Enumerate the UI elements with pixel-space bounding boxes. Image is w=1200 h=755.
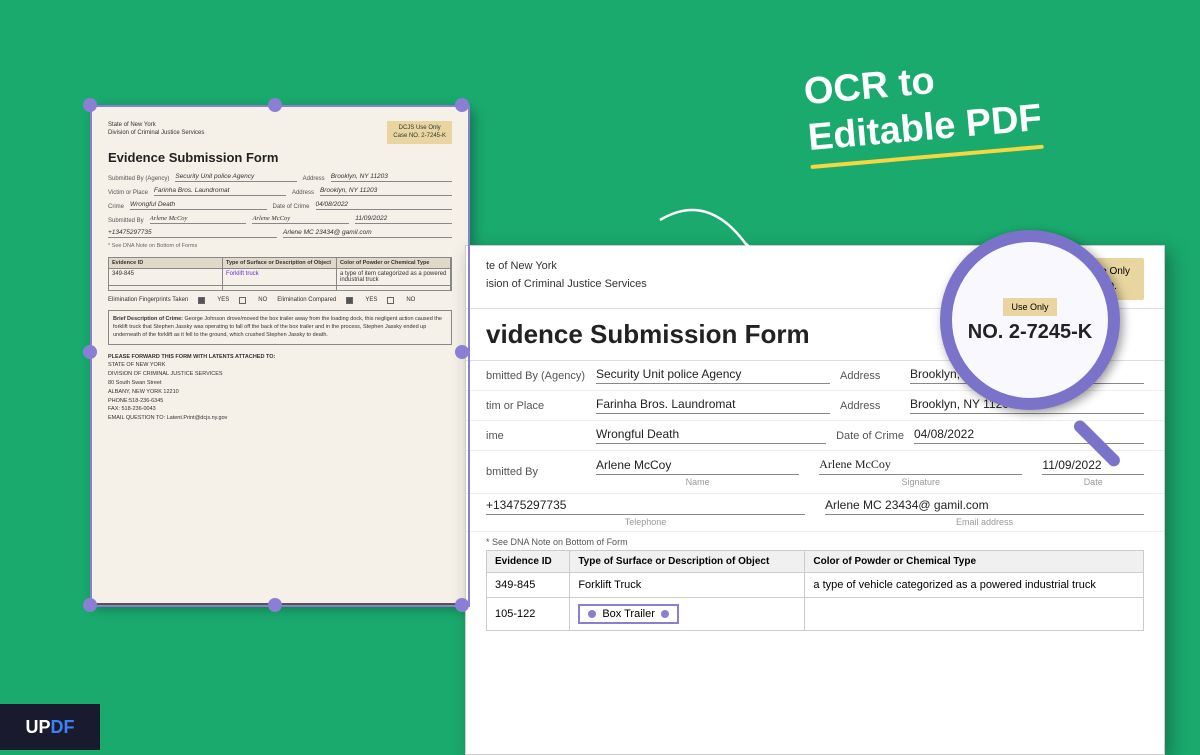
table-header-scanned: Evidence ID Type of Surface or Descripti…: [109, 258, 451, 268]
evidence-surface-2[interactable]: Box Trailer: [570, 598, 805, 631]
box-trailer-text: Box Trailer: [602, 608, 655, 620]
agency-row: Submitted By (Agency) Security Unit poli…: [108, 173, 452, 182]
email-item: Arlene MC 23434@ gamil.com Email address: [825, 498, 1144, 527]
box-trailer-handle-left[interactable]: [588, 610, 596, 618]
brief-description: Brief Description of Crime: George Johns…: [108, 310, 452, 345]
ocr-line1: OCR to: [802, 60, 936, 113]
crime-row: Crime Wrongful Death Date of Crime 04/08…: [108, 201, 452, 210]
evidence-row-2: 105-122 Box Trailer: [487, 598, 1144, 631]
telephone-item: +13475297735 Telephone: [486, 498, 805, 527]
updf-logo-text: UPDF: [25, 717, 74, 738]
evidence-table-header-row: Evidence ID Type of Surface or Descripti…: [487, 551, 1144, 573]
magnifier-content: Use Only NO. 2-7245-K: [958, 287, 1103, 354]
submitter-field-row: bmitted By Arlene McCoy Name Arlene McCo…: [466, 451, 1164, 494]
handle-middle-right[interactable]: [455, 345, 469, 359]
handle-top-middle[interactable]: [268, 98, 282, 112]
state-info: te of New York ision of Criminal Justice…: [486, 258, 647, 293]
evidence-color-1: a type of vehicle categorized as a power…: [805, 573, 1144, 598]
dna-note-scanned: * See DNA Note on Bottom of Forms: [108, 243, 452, 249]
updf-logo[interactable]: UPDF: [0, 704, 100, 750]
doc-dcjs-box: DCJS Use Only Case NO. 2-7245-K: [387, 121, 452, 144]
contact-row: +13475297735 Arlene MC 23434@ gamil.com: [108, 229, 452, 238]
evidence-id-1: 349-845: [487, 573, 570, 598]
doc-header: State of New York Division of Criminal J…: [108, 121, 452, 144]
checkbox-section: Elimination Fingerprints Taken YES NO El…: [108, 297, 452, 304]
evidence-table-editable: Evidence ID Type of Surface or Descripti…: [486, 550, 1144, 631]
scanned-doc-title: Evidence Submission Form: [108, 150, 452, 165]
dna-note-editable: * See DNA Note on Bottom of Form: [466, 532, 1164, 550]
evidence-row-1: 349-845 Forklift Truck a type of vehicle…: [487, 573, 1144, 598]
table-row-scanned: 349-845 Forklift truck a type of item ca…: [109, 268, 451, 285]
ocr-title: OCR to Editable PDF: [802, 50, 1044, 169]
handle-top-left[interactable]: [83, 98, 97, 112]
box-trailer-selection[interactable]: Box Trailer: [578, 604, 679, 624]
handle-bottom-left[interactable]: [83, 598, 97, 612]
magnifier-circle: Use Only NO. 2-7245-K: [940, 230, 1120, 410]
arrow-icon: [650, 200, 770, 285]
col-color: Color of Powder or Chemical Type: [805, 551, 1144, 573]
evidence-surface-1: Forklift Truck: [570, 573, 805, 598]
evidence-table-scanned: Evidence ID Type of Surface or Descripti…: [108, 257, 452, 291]
table-row-scanned-2: [109, 285, 451, 290]
doc-state-info: State of New York Division of Criminal J…: [108, 121, 204, 144]
box-trailer-handle-right[interactable]: [661, 610, 669, 618]
col-evidence-id: Evidence ID: [487, 551, 570, 573]
submitter-row: Submitted By Arlene McCoy Arlene McCoy 1…: [108, 215, 452, 224]
magnifier-dcjs: Use Only: [1003, 298, 1056, 316]
evidence-id-2: 105-122: [487, 598, 570, 631]
scanned-document: State of New York Division of Criminal J…: [90, 105, 470, 605]
contact-field-row: +13475297735 Telephone Arlene MC 23434@ …: [466, 494, 1164, 532]
handle-middle-left[interactable]: [83, 345, 97, 359]
col-surface: Type of Surface or Description of Object: [570, 551, 805, 573]
handle-top-right[interactable]: [455, 98, 469, 112]
forward-section: PLEASE FORWARD THIS FORM WITH LATENTS AT…: [108, 353, 452, 423]
victim-row: Victim or Place Farinha Bros. Laundromat…: [108, 187, 452, 196]
magnifier-case-no: NO. 2-7245-K: [968, 320, 1093, 344]
handle-bottom-right[interactable]: [455, 598, 469, 612]
magnifier: Use Only NO. 2-7245-K: [940, 230, 1140, 430]
evidence-color-2: [805, 598, 1144, 631]
handle-bottom-middle[interactable]: [268, 598, 282, 612]
